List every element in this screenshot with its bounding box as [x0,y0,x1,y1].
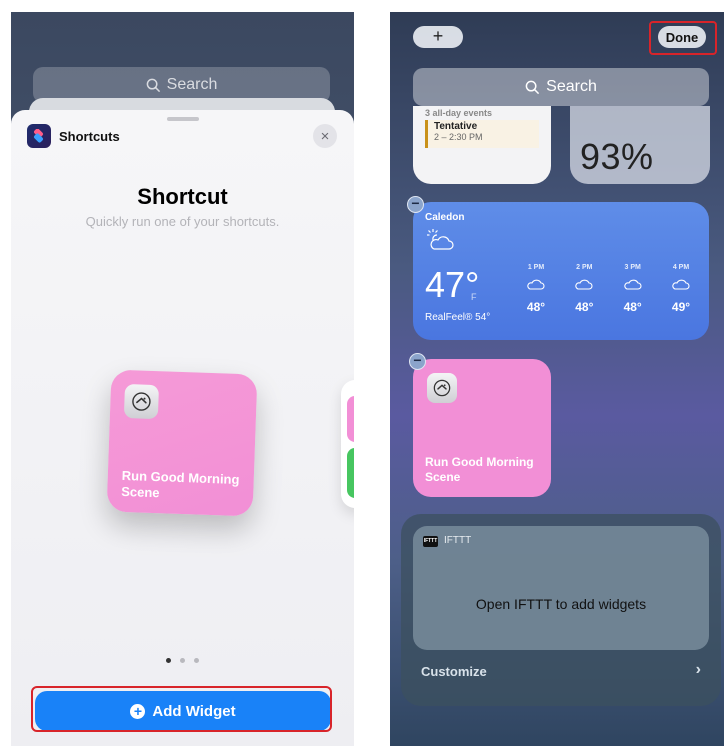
weather-city: Caledon [425,212,465,223]
add-widget-plus-button[interactable]: + [413,26,463,48]
hourly-time: 3 PM [624,264,641,271]
next-preview-pink-tile [347,396,354,442]
shortcut-widget-preview[interactable]: Run Good Morning Scene [106,369,258,517]
ifttt-widget[interactable]: IFTTT IFTTT Open IFTTT to add widgets [413,526,709,650]
hourly-temp: 48° [526,300,546,314]
page-dot [194,658,199,663]
search-bar[interactable]: Search [413,68,709,106]
chevron-right-icon[interactable]: › [696,661,701,679]
ifttt-logo-icon: IFTTT [423,536,438,547]
sheet-grabber[interactable] [167,117,199,121]
close-button[interactable]: × [313,124,337,148]
weather-widget[interactable]: Caledon 47° F RealFeel® 54° 1 PM 48° 2 P… [413,202,709,340]
page-indicator[interactable] [11,658,354,663]
home-icon [427,373,457,403]
calendar-event-time: 2 – 2:30 PM [434,132,483,142]
done-highlight-box [649,21,717,55]
hourly-item: 4 PM 49° [661,264,701,314]
screenshot-stage: Search Shortcuts × Shortcut Quickly run … [0,0,724,746]
cloud-icon [575,279,593,290]
calendar-event-title: Tentative [434,121,478,132]
widget-title: Shortcut [137,184,228,209]
preview-label: Run Good Morning Scene [121,467,240,501]
app-name: Shortcuts [59,128,120,144]
hourly-item: 2 PM 48° [564,264,604,314]
partly-cloudy-icon [425,228,455,257]
hourly-time: 1 PM [527,264,545,271]
hourly-time: 4 PM [672,264,690,271]
shortcut-widget[interactable]: Run Good Morning Scene [413,359,551,497]
remove-weather-widget-button[interactable]: − [407,196,424,213]
shortcuts-app-icon [27,124,51,148]
calendar-event: Tentative 2 – 2:30 PM [425,120,539,148]
battery-percentage: 93% [580,136,654,177]
hourly-item: 3 PM 48° [613,264,653,314]
search-icon [525,80,540,94]
search-placeholder: Search [166,76,218,93]
ifttt-message: Open IFTTT to add widgets [475,596,647,612]
remove-shortcut-widget-button[interactable]: − [409,353,426,370]
hourly-forecast: 1 PM 48° 2 PM 48° 3 PM 48° 4 PM 49° [516,264,701,314]
calendar-all-day-label: 3 all-day events [425,108,493,118]
search-icon [146,78,160,92]
weather-unit: F [471,292,477,302]
hourly-temp: 49° [671,300,691,314]
right-phone-screen: + Done 3 all-day events Tentative 2 – 2:… [390,12,724,746]
shortcut-label: Run Good Morning Scene [425,455,534,484]
next-preview-green-tile [347,448,354,498]
hourly-time: 2 PM [576,264,593,271]
weather-realfeel: RealFeel® 54° [425,312,491,323]
home-icon [123,383,160,420]
ifttt-widget-stack: IFTTT IFTTT Open IFTTT to add widgets Cu… [401,514,721,706]
widget-gallery-sheet: Shortcuts × Shortcut Quickly run one of … [11,110,354,746]
widget-subtitle: Quickly run one of your shortcuts. [85,214,280,229]
battery-widget[interactable]: 93% [570,106,710,184]
customize-link[interactable]: Customize [421,664,487,679]
search-placeholder: Search [546,78,597,95]
cloud-icon [623,279,642,290]
cloud-icon [672,279,690,290]
add-widget-highlight-box [31,686,332,732]
cloud-icon [527,279,545,290]
plus-icon: + [432,26,444,46]
page-dot [180,658,185,663]
calendar-widget[interactable]: 3 all-day events Tentative 2 – 2:30 PM [413,106,551,184]
hourly-temp: 48° [575,300,594,314]
left-phone-screen: Search Shortcuts × Shortcut Quickly run … [11,12,354,746]
app-header: Shortcuts [27,124,120,148]
close-icon: × [320,127,330,145]
hourly-item: 1 PM 48° [516,264,556,314]
ifttt-app-name: IFTTT [444,535,472,546]
next-widget-preview[interactable] [341,380,354,508]
page-dot [166,658,171,663]
hourly-temp: 48° [623,300,642,314]
